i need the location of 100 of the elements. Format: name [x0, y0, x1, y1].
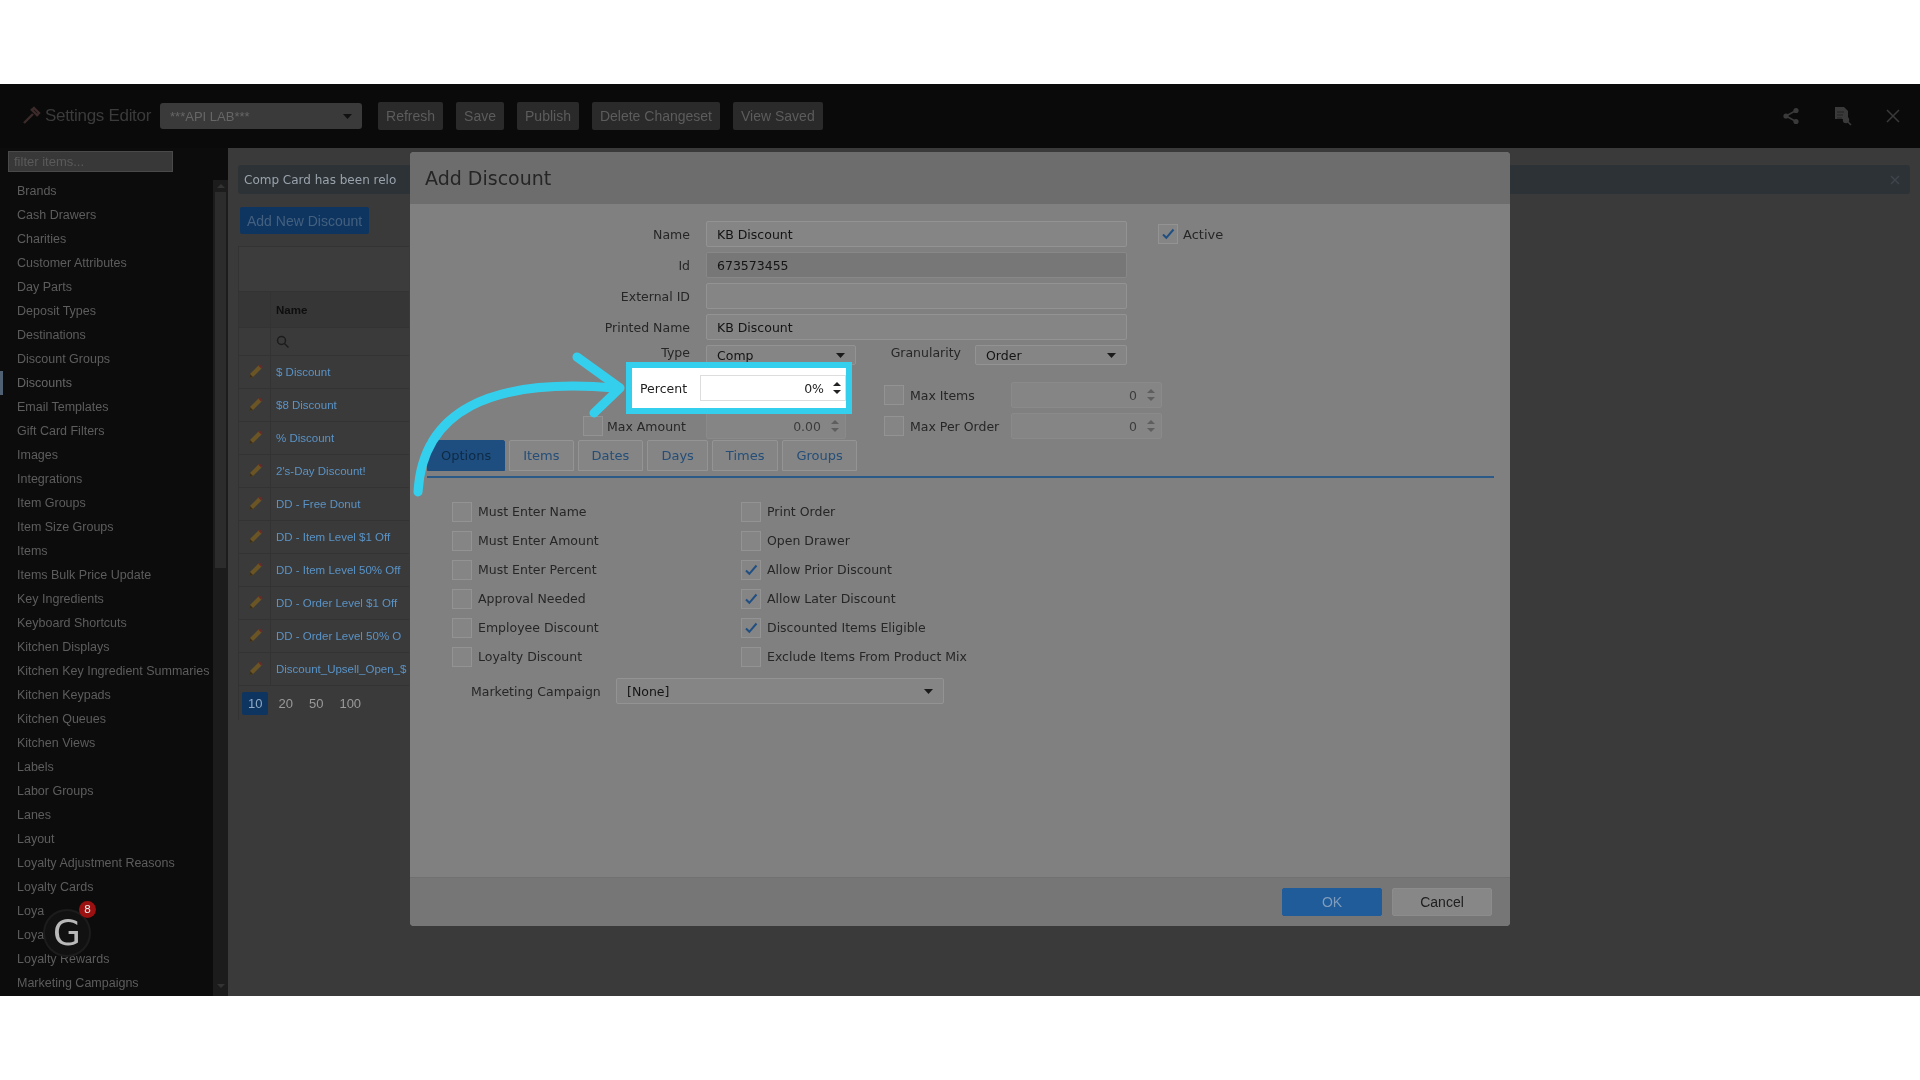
checkbox-label: Max Items — [909, 387, 976, 403]
sidebar-item[interactable]: Day Parts — [0, 275, 72, 299]
field-label: External ID — [619, 288, 691, 304]
checkbox-label: Allow Prior Discount — [767, 561, 892, 579]
spinner-icon[interactable] — [833, 381, 841, 395]
share-icon[interactable] — [1782, 107, 1800, 125]
checkbox-label: Max Amount — [607, 418, 686, 434]
field-label: Id — [677, 257, 691, 273]
caret-icon — [924, 688, 933, 694]
discount-link[interactable]: DD - Item Level $1 Off — [271, 531, 391, 543]
document-search-icon[interactable] — [1834, 106, 1852, 126]
checkbox-label: Must Enter Name — [478, 503, 587, 521]
field-label: Printed Name — [603, 319, 691, 335]
sidebar-item[interactable]: Kitchen Displays — [0, 635, 110, 659]
sidebar-item[interactable]: Loya — [0, 899, 45, 923]
checkbox-label: Loyalty Discount — [478, 648, 583, 666]
page-size-option[interactable]: 20 — [272, 691, 299, 715]
checkbox-label: Allow Later Discount — [767, 590, 896, 608]
field-label: Name — [652, 226, 691, 242]
sidebar-item[interactable]: Labor Groups — [0, 779, 94, 803]
discount-link[interactable]: Discount_Upsell_Open_$ — [271, 663, 407, 675]
sidebar-item[interactable]: Kitchen Views — [0, 731, 96, 755]
discount-link[interactable]: DD - Item Level 50% Off — [271, 564, 401, 576]
sidebar-item[interactable]: Kitchen Key Ingredient Summaries — [0, 659, 210, 683]
alert-message: Comp Card has been relo — [243, 172, 397, 187]
search-icon[interactable] — [276, 335, 289, 348]
sidebar-item[interactable]: Email Templates — [0, 395, 109, 419]
discount-link[interactable]: $8 Discount — [271, 399, 337, 411]
dialog-title: Add Discount — [410, 152, 1510, 204]
sidebar-item[interactable]: Labels — [0, 755, 54, 779]
discount-link[interactable]: 2's-Day Discount! — [271, 465, 366, 477]
campaign-dropdown[interactable]: [None] — [616, 678, 944, 704]
ok-button[interactable]: OK — [1282, 888, 1382, 916]
caret-icon — [836, 352, 845, 358]
checkbox-label: Open Drawer — [767, 532, 850, 550]
sidebar-item[interactable]: Charities — [0, 227, 67, 251]
granularity-dropdown[interactable]: Order — [975, 345, 1127, 365]
sidebar-item[interactable]: Brands — [0, 179, 57, 203]
page-size-option[interactable]: 50 — [302, 691, 330, 715]
sidebar-item[interactable]: Item Size Groups — [0, 515, 114, 539]
sidebar-item[interactable]: Marketing Campaigns — [0, 971, 139, 995]
text-field[interactable]: KB Discount — [706, 221, 1127, 247]
percent-field[interactable]: 0% — [700, 375, 846, 401]
discount-link[interactable]: % Discount — [271, 432, 335, 444]
field-label: Percent — [639, 380, 689, 396]
sidebar-item[interactable]: Item Groups — [0, 491, 86, 515]
sidebar-item[interactable]: Deposit Types — [0, 299, 96, 323]
sidebar-item[interactable]: Key Ingredients — [0, 587, 104, 611]
sidebar-item[interactable]: Lanes — [0, 803, 52, 827]
tab[interactable]: Times — [711, 440, 779, 471]
type-dropdown[interactable]: Comp — [706, 345, 856, 365]
sidebar-item[interactable]: Items — [0, 539, 48, 563]
sidebar-item[interactable]: Discount Groups — [0, 347, 111, 371]
field-label: Marketing Campaign — [470, 683, 602, 699]
discount-link[interactable]: DD - Order Level $1 Off — [271, 597, 398, 609]
discount-link[interactable]: $ Discount — [271, 366, 331, 378]
close-icon[interactable] — [1886, 109, 1900, 123]
sidebar-item[interactable]: Kitchen Queues — [0, 707, 106, 731]
checkbox-label: Exclude Items From Product Mix — [767, 648, 967, 666]
sidebar-item[interactable]: Customer Attributes — [0, 251, 127, 275]
checkbox-label: Active — [1183, 226, 1224, 242]
sidebar-item[interactable]: Loya — [0, 923, 45, 947]
caret-icon — [343, 113, 353, 119]
sidebar-item[interactable]: Loyalty Adjustment Reasons — [0, 851, 175, 875]
text-field[interactable]: KB Discount — [706, 314, 1127, 340]
page-size-option[interactable]: 100 — [333, 691, 368, 715]
checkbox[interactable] — [741, 618, 761, 638]
checkbox-label: Must Enter Percent — [478, 561, 597, 579]
sidebar-item[interactable]: Loyalty Cards — [0, 875, 94, 899]
field-label: Type — [660, 345, 691, 360]
caret-icon — [1107, 352, 1116, 358]
sidebar-item[interactable]: Destinations — [0, 323, 86, 347]
sidebar-item[interactable]: Integrations — [0, 467, 83, 491]
scrollbar[interactable] — [213, 180, 228, 996]
checkbox-label: Must Enter Amount — [478, 532, 599, 550]
tab[interactable]: Dates — [577, 440, 644, 471]
sidebar-item[interactable]: Kitchen Keypads — [0, 683, 111, 707]
cancel-button[interactable]: Cancel — [1392, 888, 1492, 916]
sidebar-item[interactable]: Cash Drawers — [0, 203, 97, 227]
checkbox-label: Approval Needed — [478, 590, 586, 608]
checkbox-label: Discounted Items Eligible — [767, 619, 926, 637]
checkbox-label: Print Order — [767, 503, 836, 521]
page-size-option[interactable]: 10 — [242, 691, 269, 715]
sidebar-item[interactable]: Keyboard Shortcuts — [0, 611, 127, 635]
checkbox[interactable] — [741, 589, 761, 609]
tab[interactable]: Groups — [782, 440, 857, 471]
readonly-field: 673573455 — [706, 252, 1127, 278]
sidebar-item[interactable]: Gift Card Filters — [0, 419, 105, 443]
sidebar-item[interactable]: Layout — [0, 827, 55, 851]
sidebar-item[interactable]: Discounts — [0, 371, 72, 395]
checkbox[interactable] — [1158, 224, 1178, 244]
tab[interactable]: Items — [509, 440, 574, 471]
tab[interactable]: Options — [427, 440, 506, 471]
sidebar-item[interactable]: Items Bulk Price Update — [0, 563, 152, 587]
tab[interactable]: Days — [647, 440, 708, 471]
checkbox[interactable] — [741, 560, 761, 580]
sidebar-item[interactable]: Images — [0, 443, 58, 467]
discount-link[interactable]: DD - Order Level 50% O — [271, 630, 402, 642]
discount-link[interactable]: DD - Free Donut — [271, 498, 361, 510]
checkbox-label: Max Per Order — [909, 418, 1001, 434]
